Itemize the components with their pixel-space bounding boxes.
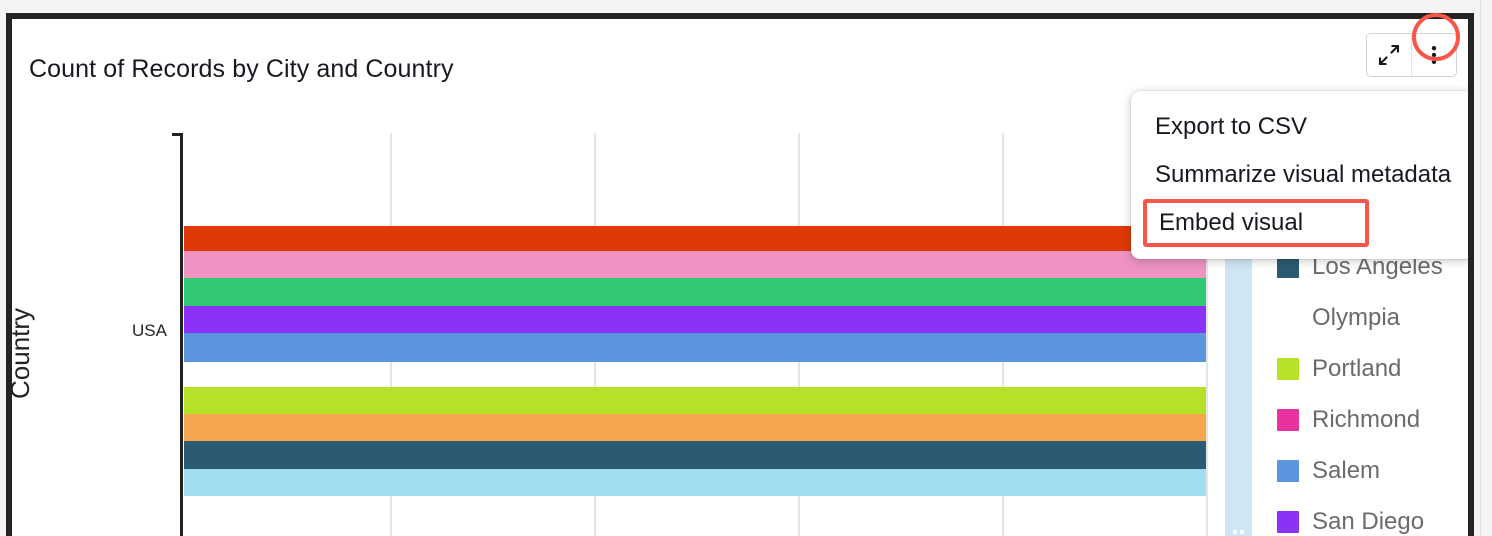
legend-item-label: Olympia	[1312, 303, 1401, 331]
legend-item-label: Portland	[1312, 354, 1402, 382]
legend-swatch-icon	[1277, 510, 1299, 533]
expand-visual-button[interactable]	[1367, 34, 1411, 76]
y-axis-category-label: USA	[132, 321, 167, 340]
legend-item[interactable]: Salem	[1277, 445, 1468, 496]
menu-item[interactable]: Embed visual	[1143, 199, 1369, 247]
gridline-3	[1002, 133, 1004, 536]
y-axis-title: Country	[12, 307, 35, 399]
legend-item-label: San Diego	[1312, 507, 1425, 535]
chart-legend: Los Angeles Olympia Portland Richmond Salem S…	[1277, 241, 1468, 536]
legend-item[interactable]: San Diego	[1277, 496, 1468, 536]
legend-item-label: Richmond	[1312, 405, 1421, 433]
scrollbar-grip-icon[interactable]	[1233, 530, 1244, 536]
y-axis-tick-top	[172, 133, 181, 136]
visual-context-menu: Export to CSV Summarize visual metadata Em…	[1131, 91, 1468, 259]
chart-bar[interactable]	[184, 226, 1206, 251]
right-gutter	[1480, 0, 1492, 536]
legend-swatch-icon	[1277, 459, 1299, 482]
gridline-1	[594, 133, 596, 536]
legend-swatch-icon	[1277, 357, 1299, 380]
legend-item[interactable]: Olympia	[1277, 292, 1468, 343]
y-axis-spine	[180, 133, 183, 536]
legend-item[interactable]: Richmond	[1277, 394, 1468, 445]
legend-item-label: Salem	[1312, 456, 1381, 484]
legend-swatch-icon	[1277, 408, 1299, 431]
screenshot-root: USA Country Los Angeles Olympia Portland Ri…	[0, 0, 1492, 536]
menu-item[interactable]: Summarize visual metadata	[1131, 151, 1468, 199]
visual-card-inner: USA Country Los Angeles Olympia Portland Ri…	[12, 19, 1468, 536]
chart-bar[interactable]	[184, 251, 1206, 278]
chart-bar[interactable]	[184, 387, 1206, 414]
legend-swatch-icon	[1277, 307, 1299, 329]
page-title: Count of Records by City and Country	[29, 55, 454, 83]
gridline-0	[390, 133, 392, 536]
gridline-2	[798, 133, 800, 536]
chart-vertical-scrollbar[interactable]	[1225, 226, 1252, 536]
visual-menu-button[interactable]	[1412, 34, 1456, 76]
chart-bar[interactable]	[184, 278, 1206, 306]
expand-arrows-icon	[1378, 44, 1400, 66]
visual-card: USA Country Los Angeles Olympia Portland Ri…	[6, 13, 1474, 536]
kebab-menu-icon	[1431, 46, 1437, 64]
legend-item[interactable]: Portland	[1277, 343, 1468, 394]
menu-item[interactable]: Export to CSV	[1131, 103, 1468, 151]
chart-bar[interactable]	[184, 469, 1206, 496]
visual-toolbar	[1366, 33, 1457, 77]
chart-bar[interactable]	[184, 333, 1206, 362]
chart-bar[interactable]	[184, 441, 1206, 469]
chart-bar[interactable]	[184, 414, 1206, 441]
chart-bar[interactable]	[184, 306, 1206, 333]
